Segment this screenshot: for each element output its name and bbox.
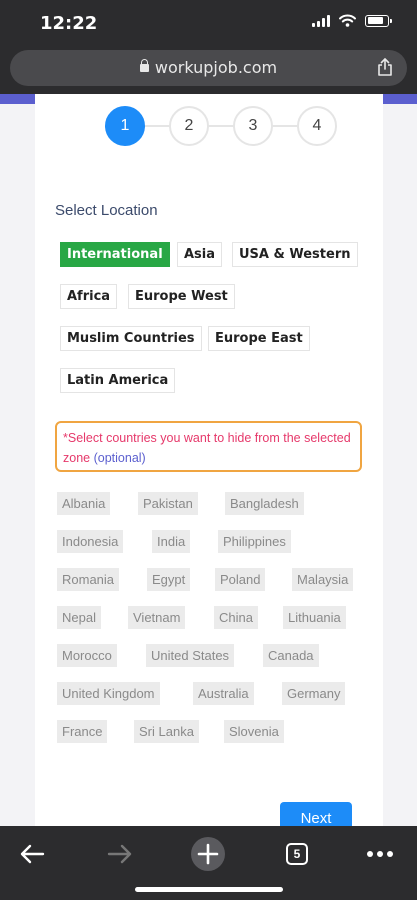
country-chip-australia[interactable]: Australia [193,682,254,705]
step-2[interactable]: 2 [169,106,209,146]
more-button[interactable] [360,834,400,874]
new-tab-button[interactable] [188,834,228,874]
step-4[interactable]: 4 [297,106,337,146]
country-chip-united-states[interactable]: United States [146,644,235,667]
stepper: 1 2 3 4 [105,106,337,146]
web-page: 1 2 3 4 Select Location International As… [0,94,417,826]
zone-chip-asia[interactable]: Asia [177,242,223,267]
more-dots-icon [367,851,393,857]
forward-button[interactable] [100,834,140,874]
next-button[interactable]: Next [280,802,352,826]
zone-chip-europe-east[interactable]: Europe East [208,326,310,351]
country-chip-poland[interactable]: Poland [215,568,266,591]
plus-icon [191,837,225,871]
share-icon[interactable] [377,58,393,76]
back-button[interactable] [12,834,52,874]
zone-chip-latin-america[interactable]: Latin America [60,368,176,393]
zone-chip-africa[interactable]: Africa [60,284,118,309]
country-chip-france[interactable]: France [57,720,108,743]
zone-chip-usa-western[interactable]: USA & Western [232,242,358,267]
country-chip-vietnam[interactable]: Vietnam [128,606,186,629]
zone-chip-muslim-countries[interactable]: Muslim Countries [60,326,202,351]
notice-optional: (optional) [93,451,146,465]
status-icons [312,14,392,27]
lock-icon [139,59,149,72]
country-chip-albania[interactable]: Albania [57,492,111,515]
country-chip-nepal[interactable]: Nepal [57,606,101,629]
step-1[interactable]: 1 [105,106,145,146]
zone-chip-europe-west[interactable]: Europe West [128,284,235,309]
country-chip-canada[interactable]: Canada [263,644,319,667]
country-chip-slovenia[interactable]: Slovenia [224,720,284,743]
country-chip-pakistan[interactable]: Pakistan [138,492,198,515]
status-time: 12:22 [40,13,98,34]
country-chip-indonesia[interactable]: Indonesia [57,530,124,553]
wifi-icon [339,14,356,27]
country-chip-china[interactable]: China [214,606,258,629]
country-chip-philippines[interactable]: Philippines [218,530,291,553]
country-chip-sri-lanka[interactable]: Sri Lanka [134,720,199,743]
url-display[interactable]: workupjob.com [10,58,407,77]
country-chip-lithuania[interactable]: Lithuania [283,606,346,629]
stepper-line [125,125,317,127]
battery-icon [365,14,392,27]
tabs-button[interactable]: 5 [277,834,317,874]
country-chip-india[interactable]: India [152,530,191,553]
url-text: workupjob.com [154,58,278,77]
back-arrow-icon [20,844,45,864]
country-chip-bangladesh[interactable]: Bangladesh [225,492,304,515]
country-chip-germany[interactable]: Germany [282,682,346,705]
country-chip-romania[interactable]: Romania [57,568,120,591]
step-3[interactable]: 3 [233,106,273,146]
tab-count: 5 [293,847,301,861]
zone-chip-international[interactable]: International [60,242,170,267]
cellular-signal-icon [312,14,330,27]
tab-count-icon: 5 [286,843,308,865]
country-chip-egypt[interactable]: Egypt [147,568,191,591]
form-card: 1 2 3 4 Select Location International As… [35,94,383,826]
forward-arrow-icon [107,844,132,864]
country-chip-morocco[interactable]: Morocco [57,644,117,667]
section-title: Select Location [55,202,158,219]
status-bar: 12:22 [0,0,417,44]
country-chip-united-kingdom[interactable]: United Kingdom [57,682,160,705]
hide-countries-notice: *Select countries you want to hide from … [55,421,362,472]
home-indicator [135,887,283,892]
country-chip-malaysia[interactable]: Malaysia [292,568,354,591]
address-bar[interactable]: workupjob.com [10,50,407,86]
